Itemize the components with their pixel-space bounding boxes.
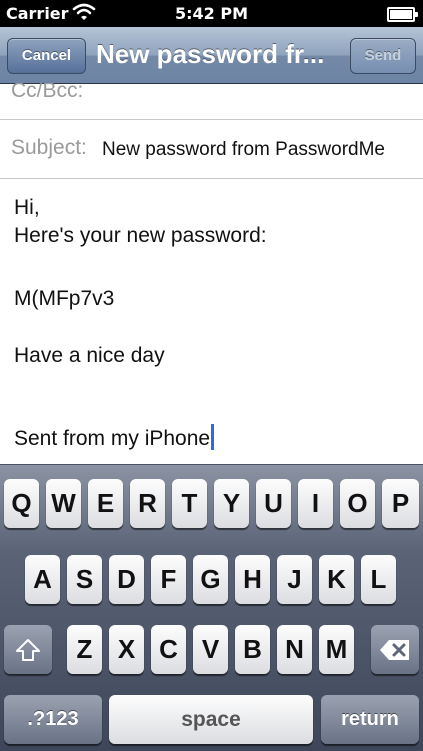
return-key[interactable]: return — [321, 695, 419, 744]
key-l[interactable]: L — [361, 555, 396, 604]
key-q[interactable]: Q — [4, 479, 39, 528]
text-cursor — [211, 424, 215, 450]
signature-text: Sent from my iPhone — [14, 427, 211, 450]
key-c[interactable]: C — [151, 625, 186, 674]
delete-key[interactable] — [371, 625, 419, 674]
body-line: Have a nice day — [14, 344, 165, 367]
key-a[interactable]: A — [25, 555, 60, 604]
key-s[interactable]: S — [67, 555, 102, 604]
subject-input[interactable]: New password from PasswordMe — [102, 139, 385, 161]
shift-icon — [16, 638, 40, 661]
key-m[interactable]: M — [319, 625, 354, 674]
key-h[interactable]: H — [235, 555, 270, 604]
message-body[interactable]: Hi, Here's your new password: M(MFp7v3 H… — [14, 194, 414, 452]
shift-key[interactable] — [4, 625, 52, 674]
key-t[interactable]: T — [172, 479, 207, 528]
cc-bcc-label: Cc/Bcc: — [11, 83, 84, 102]
key-z[interactable]: Z — [67, 625, 102, 674]
compose-title: New password fr... — [96, 39, 325, 69]
clock: 5:42 PM — [174, 4, 248, 23]
key-w[interactable]: W — [46, 479, 81, 528]
space-key[interactable]: space — [109, 695, 313, 744]
signature-line: Sent from my iPhone — [14, 424, 414, 452]
body-line: Hi, — [14, 196, 40, 219]
keyboard: Q W E R T Y U I O P A S D F G H J K L Z … — [0, 464, 423, 751]
send-button[interactable]: Send — [350, 38, 416, 74]
key-f[interactable]: F — [151, 555, 186, 604]
status-bar: Carrier 5:42 PM — [0, 0, 423, 27]
key-y[interactable]: Y — [214, 479, 249, 528]
key-b[interactable]: B — [235, 625, 270, 674]
password-text: M(MFp7v3 — [14, 287, 115, 310]
key-u[interactable]: U — [256, 479, 291, 528]
battery-icon — [387, 7, 418, 22]
key-d[interactable]: D — [109, 555, 144, 604]
key-x[interactable]: X — [109, 625, 144, 674]
key-p[interactable]: P — [382, 479, 419, 528]
subject-field[interactable]: Subject: New password from PasswordMe — [0, 120, 423, 179]
key-k[interactable]: K — [319, 555, 354, 604]
key-g[interactable]: G — [193, 555, 228, 604]
key-j[interactable]: J — [277, 555, 312, 604]
cc-bcc-field[interactable]: Cc/Bcc: — [0, 83, 423, 120]
subject-label: Subject: — [11, 136, 87, 159]
key-n[interactable]: N — [277, 625, 312, 674]
body-blank-line — [14, 313, 414, 341]
key-e[interactable]: E — [88, 479, 123, 528]
key-v[interactable]: V — [193, 625, 228, 674]
numbers-key[interactable]: .?123 — [4, 695, 102, 744]
navigation-bar: Cancel New password fr... Send — [0, 27, 423, 84]
body-line: Here's your new password: — [14, 224, 267, 247]
body-blank-line — [14, 250, 414, 278]
cancel-button[interactable]: Cancel — [7, 38, 86, 74]
key-i[interactable]: I — [298, 479, 333, 528]
key-r[interactable]: R — [130, 479, 165, 528]
key-o[interactable]: O — [340, 479, 375, 528]
delete-icon — [380, 639, 409, 660]
